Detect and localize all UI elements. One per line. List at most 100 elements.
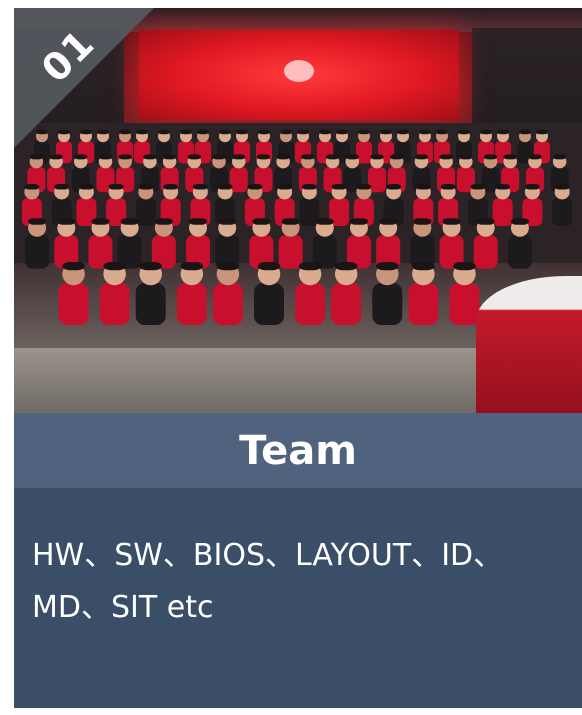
crowd-person-hair xyxy=(257,262,281,271)
crowd-person-hair xyxy=(78,184,94,190)
crowd-person-hair xyxy=(231,154,246,160)
crowd-person-hair xyxy=(192,184,208,190)
crowd-person-hair xyxy=(276,154,290,160)
crowd-person-hair xyxy=(497,129,509,135)
crowd-person-hair xyxy=(301,184,317,190)
crowd-person-hair xyxy=(480,129,492,135)
crowd-person-hair xyxy=(247,184,263,190)
crowd-person-hair xyxy=(536,129,548,135)
crowd-person-hair xyxy=(120,218,139,225)
crowd-person-hair xyxy=(162,154,177,160)
crowd-person-hair xyxy=(98,154,113,160)
crowd-person-body xyxy=(492,198,513,226)
crowd-person-hair xyxy=(280,129,292,135)
crowd-person-hair xyxy=(54,184,70,190)
crowd-person-hair xyxy=(552,154,567,160)
crowd-person-body xyxy=(552,198,573,226)
crowd-person-hair xyxy=(143,154,157,160)
crowd-person-hair xyxy=(163,184,179,190)
crowd-person-hair xyxy=(138,184,154,190)
crowd-person-hair xyxy=(216,262,240,271)
crowd-person-hair xyxy=(436,129,448,135)
crowd-person-hair xyxy=(24,184,40,190)
crowd-person-hair xyxy=(345,154,360,160)
crowd-person-hair xyxy=(524,184,540,190)
crowd-person-hair xyxy=(376,262,399,271)
crowd-person-hair xyxy=(180,129,192,135)
crowd-person-body xyxy=(135,198,156,226)
card-description: HW、SW、BIOS、LAYOUT、ID、MD、SIT etc xyxy=(32,538,504,625)
crowd-person-hair xyxy=(277,184,293,190)
crowd-person-hair xyxy=(252,218,271,225)
team-card: 01 Team HW、SW、BIOS、LAYOUT、ID、MD、SIT etc xyxy=(14,8,582,708)
crowd-person-body xyxy=(507,235,532,269)
crowd-person-body xyxy=(372,283,403,325)
photo-round-table xyxy=(476,276,582,413)
crowd-person-hair xyxy=(301,154,315,160)
crowd-person-hair xyxy=(336,129,348,135)
crowd-person-hair xyxy=(389,154,404,160)
crowd-person-hair xyxy=(453,262,476,271)
crowd-person-hair xyxy=(503,154,517,160)
crowd-person-hair xyxy=(331,184,347,190)
crowd-person-hair xyxy=(91,218,110,225)
crowd-person-body xyxy=(254,283,284,325)
crowd-person-body xyxy=(449,283,480,325)
crowd-person-hair xyxy=(29,154,44,160)
card-title: Team xyxy=(239,427,357,474)
crowd-person-body xyxy=(58,283,89,325)
crowd-person-hair xyxy=(510,218,529,225)
crowd-person-body xyxy=(135,283,166,325)
crowd-person-hair xyxy=(458,129,470,135)
crowd-person-body xyxy=(278,235,303,269)
crowd-person-hair xyxy=(28,218,47,225)
crowd-person-hair xyxy=(442,218,461,225)
crowd-person-hair xyxy=(103,262,126,271)
crowd-person-hair xyxy=(180,262,204,271)
crowd-person-body xyxy=(408,283,439,325)
crowd-person-body xyxy=(212,283,243,325)
crowd-person-hair xyxy=(217,184,233,190)
crowd-person-body xyxy=(99,283,130,325)
crowd-person-hair xyxy=(212,154,226,160)
crowd-person-hair xyxy=(380,129,392,135)
crowd-person-hair xyxy=(118,154,132,160)
crowd-person-hair xyxy=(358,129,370,135)
crowd-person-hair xyxy=(154,218,173,225)
crowd-person-hair xyxy=(319,129,331,135)
crowd-person-hair xyxy=(528,154,542,160)
photo-screen-logo xyxy=(284,60,314,82)
crowd-person-hair xyxy=(236,129,248,135)
crowd-person-hair xyxy=(256,154,271,160)
crowd-person-body xyxy=(367,167,386,193)
crowd-person-hair xyxy=(413,218,432,225)
crowd-person-body xyxy=(176,283,207,325)
crowd-person-hair xyxy=(476,218,495,225)
crowd-person-hair xyxy=(158,129,170,135)
crowd-person-hair xyxy=(139,262,162,271)
crowd-person-hair xyxy=(439,154,453,160)
crowd-person-hair xyxy=(281,218,300,225)
crowd-person-hair xyxy=(197,129,209,135)
crowd-person-hair xyxy=(219,129,231,135)
crowd-person-hair xyxy=(412,262,435,271)
crowd-person-hair xyxy=(370,154,384,160)
crowd-person-hair xyxy=(414,154,429,160)
crowd-person-hair xyxy=(258,129,270,135)
crowd-person-body xyxy=(331,283,362,325)
crowd-person-hair xyxy=(325,154,340,160)
crowd-person-body xyxy=(229,167,248,193)
crowd-person-hair xyxy=(415,184,431,190)
crowd-person-hair xyxy=(386,184,402,190)
crowd-person-hair xyxy=(397,129,409,135)
crowd-person-hair xyxy=(74,154,88,160)
crowd-person-hair xyxy=(519,129,531,135)
crowd-person-hair xyxy=(459,154,473,160)
crowd-person-hair xyxy=(470,184,486,190)
crowd-person-hair xyxy=(49,154,63,160)
crowd-person-hair xyxy=(349,218,368,225)
crowd-person-hair xyxy=(334,262,358,271)
crowd-person-body xyxy=(295,283,326,325)
crowd-person-hair xyxy=(495,184,511,190)
crowd-person-hair xyxy=(187,154,202,160)
